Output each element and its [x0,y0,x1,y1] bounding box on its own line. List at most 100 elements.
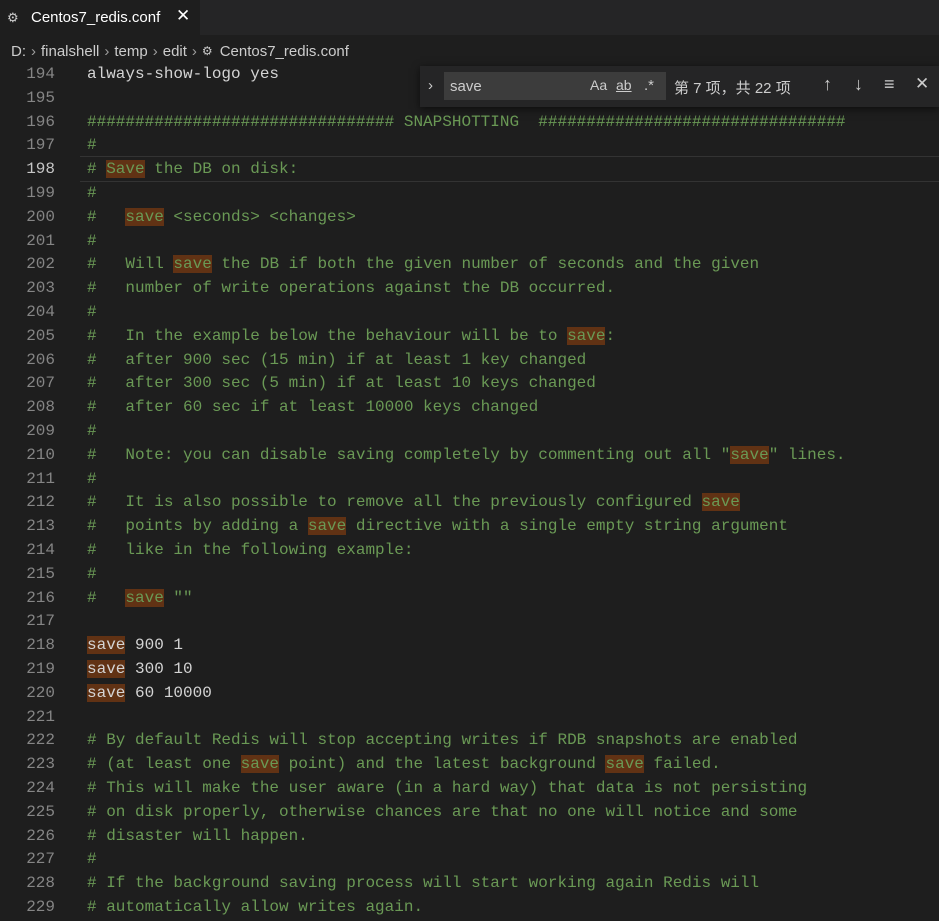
match-case-icon[interactable]: Aa [590,77,607,93]
gear-icon: ⚙ [7,9,19,25]
find-in-selection-icon[interactable]: ≡ [884,74,895,95]
line-number: 213 [26,517,55,536]
code-line[interactable]: 206 # after 900 sec (15 min) if at least … [0,348,939,372]
code-line[interactable]: 227 # [0,847,939,871]
code-line[interactable]: 200 # save <seconds> <changes> [0,205,939,229]
code-editor[interactable]: 194 always-show-logo yes 195 196 ###########… [0,62,939,921]
search-match: Save [106,160,145,179]
line-text: # This will make the user aware (in a ha… [87,779,808,797]
code-line[interactable]: 213 # points by adding a save directive w… [0,514,939,538]
editor-tab[interactable]: ⚙ Centos7_redis.conf ✕ [0,0,200,35]
find-input[interactable] [450,76,582,96]
match-count: 第 7 项，共 22 项 [674,80,791,97]
code-line[interactable]: 212 # It is also possible to remove all t… [0,490,939,514]
code-line[interactable]: 198 # Save the DB on disk: [0,156,939,183]
line-number: 200 [26,207,55,226]
previous-match-icon[interactable]: ↑ [823,74,832,95]
line-number: 210 [26,445,55,464]
tab-bar: ⚙ Centos7_redis.conf ✕ [0,0,939,35]
line-text: # [87,564,97,583]
line-text: # [87,184,97,202]
line-text: # points by adding a save directive with… [87,517,788,536]
line-number: 199 [26,184,55,202]
gear-icon: ⚙ [201,44,213,58]
line-number: 229 [26,898,55,916]
line-text: # (at least one save point) and the late… [87,755,721,774]
line-text: save 900 1 [87,636,184,655]
line-number: 196 [26,112,55,131]
next-match-icon[interactable]: ↓ [854,74,863,95]
line-number: 215 [26,564,55,583]
code-line[interactable]: 222 # By default Redis will stop acceptin… [0,728,939,752]
line-number: 214 [26,541,55,559]
close-icon[interactable]: ✕ [176,6,190,26]
search-match: save [605,755,644,774]
breadcrumb-file[interactable]: Centos7_redis.conf [220,43,349,60]
code-line[interactable]: 204 # [0,300,939,324]
code-line[interactable]: 196 ################################ SNAP… [0,110,939,134]
code-line[interactable]: 207 # after 300 sec (5 min) if at least 1… [0,371,939,395]
find-input-box: Aa ab .* [444,72,666,100]
search-match: save [87,660,126,678]
breadcrumb-temp[interactable]: temp [114,43,147,60]
code-line[interactable]: 219 save 300 10 [0,657,939,681]
code-line[interactable]: 208 # after 60 sec if at least 10000 keys… [0,395,939,419]
line-text: always-show-logo yes [87,65,280,83]
search-match: save [125,588,164,607]
line-number: 195 [26,88,55,107]
code-line[interactable]: 197 # [0,133,939,157]
line-number: 211 [26,469,55,488]
line-number: 198 [26,160,55,179]
line-text: save 60 10000 [87,683,212,702]
line-number: 219 [26,660,55,678]
search-match: save [125,207,164,226]
code-line[interactable]: 228 # If the background saving process wi… [0,871,939,895]
line-text: # after 60 sec if at least 10000 keys ch… [87,398,539,417]
search-match: save [240,755,280,774]
line-number: 209 [26,422,55,440]
code-line[interactable]: 221 [0,705,939,729]
line-number: 206 [26,350,55,369]
code-line[interactable]: 223 # (at least one save point) and the l… [0,752,939,776]
line-number: 204 [26,303,55,321]
code-line[interactable]: 218 save 900 1 [0,633,939,657]
line-text: # automatically allow writes again. [87,898,424,916]
line-text: # Note: you can disable saving completel… [87,445,846,464]
code-line[interactable]: 216 # save "" [0,586,939,610]
line-number: 201 [26,231,55,250]
line-number: 221 [26,707,55,726]
code-line[interactable]: 199 # [0,181,939,205]
line-text: # on disk properly, otherwise chances ar… [87,802,798,821]
code-line[interactable]: 225 # on disk properly, otherwise chances… [0,800,939,824]
code-line[interactable]: 226 # disaster will happen. [0,824,939,848]
code-line[interactable]: 201 # [0,229,939,253]
breadcrumb-drive[interactable]: D: [11,43,26,60]
code-line[interactable]: 224 # This will make the user aware (in a… [0,776,939,800]
code-line[interactable]: 205 # In the example below the behaviour … [0,324,939,348]
code-line[interactable]: 220 save 60 10000 [0,681,939,705]
toggle-replace-icon[interactable]: › [428,77,433,94]
line-number: 226 [26,826,55,845]
line-number: 227 [26,850,55,869]
breadcrumb-edit[interactable]: edit [163,43,187,60]
code-line[interactable]: 202 # Will save the DB if both the given … [0,252,939,276]
code-line[interactable]: 203 # number of write operations against … [0,276,939,300]
code-line[interactable]: 215 # [0,562,939,586]
code-line[interactable]: 211 # [0,467,939,491]
line-number: 220 [26,683,55,702]
code-line[interactable]: 214 # like in the following example: [0,538,939,562]
whole-word-icon[interactable]: ab [616,77,632,93]
breadcrumb-finalshell[interactable]: finalshell [41,43,99,60]
search-match: save [87,636,126,655]
line-number: 228 [26,874,55,893]
line-number: 208 [26,398,55,417]
line-number: 212 [26,493,55,512]
close-find-icon[interactable]: ✕ [915,74,929,94]
code-line[interactable]: 210 # Note: you can disable saving comple… [0,443,939,467]
code-line[interactable]: 209 # [0,419,939,443]
search-match: save [87,683,126,702]
line-text: # By default Redis will stop accepting w… [87,731,798,750]
code-line[interactable]: 217 [0,609,939,633]
regex-icon[interactable]: .* [644,77,654,94]
code-line[interactable]: 229 # automatically allow writes again. [0,895,939,919]
